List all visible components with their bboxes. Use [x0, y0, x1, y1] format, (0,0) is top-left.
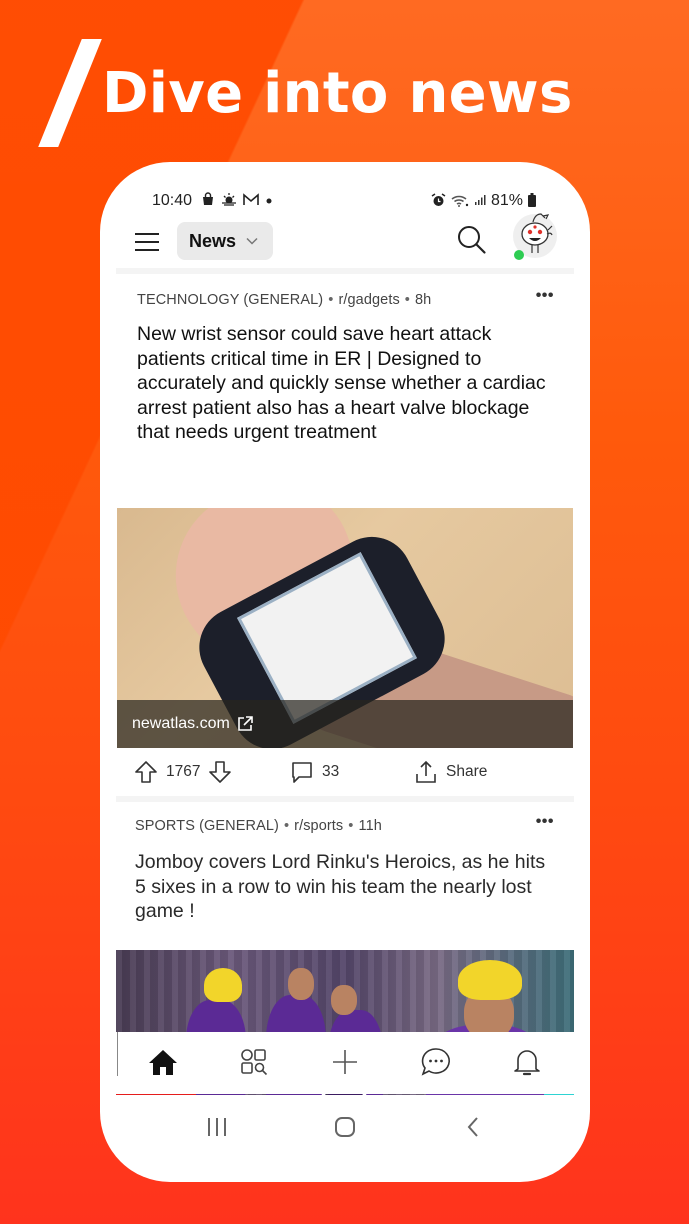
external-link-icon — [236, 715, 254, 733]
post-action-bar: 1767 33 Share — [116, 748, 574, 796]
scroll-edge-indicator — [117, 1032, 118, 1076]
post-category[interactable]: TECHNOLOGY (GENERAL) — [137, 292, 323, 308]
vote-group: 1767 — [134, 760, 232, 784]
recent-apps-icon[interactable] — [202, 1112, 232, 1142]
communities-icon — [240, 1048, 268, 1081]
status-time: 10:40 — [152, 192, 193, 209]
downvote-icon[interactable] — [208, 760, 232, 784]
link-domain: newatlas.com — [132, 715, 230, 732]
bell-icon — [513, 1047, 541, 1082]
plus-icon — [332, 1049, 358, 1080]
post-title[interactable]: New wrist sensor could save heart attack… — [116, 310, 574, 508]
post-age: 11h — [358, 818, 382, 834]
nav-home[interactable] — [143, 1044, 183, 1084]
shopping-bag-icon — [201, 192, 215, 208]
share-button[interactable]: Share — [414, 760, 487, 784]
post-age: 8h — [414, 292, 432, 308]
battery-icon — [528, 193, 536, 209]
top-app-bar: News — [100, 213, 590, 264]
meta-separator: • — [404, 292, 410, 308]
system-navigation-bar — [100, 1102, 590, 1152]
feed-selector-label: News — [189, 230, 237, 251]
nav-create[interactable] — [325, 1044, 365, 1084]
thumbnail-helmet-shape — [204, 968, 242, 1002]
slash-logo-icon — [38, 39, 102, 147]
thumbnail-helmet-shape — [458, 960, 522, 1000]
news-feed: TECHNOLOGY (GENERAL) • r/gadgets • 8h ••… — [116, 268, 574, 1095]
notification-dot-icon — [265, 194, 273, 207]
thumbnail-face-shape — [288, 968, 314, 1000]
external-link-bar[interactable]: newatlas.com — [117, 700, 573, 748]
hamburger-menu-icon[interactable] — [135, 232, 159, 252]
comments-button[interactable]: 33 — [290, 760, 339, 784]
promo-headline-text: Dive into news — [102, 60, 573, 126]
back-icon[interactable] — [458, 1112, 488, 1142]
meta-separator: • — [328, 292, 334, 308]
nav-communities[interactable] — [234, 1044, 274, 1084]
post-meta: TECHNOLOGY (GENERAL) • r/gadgets • 8h — [116, 274, 574, 310]
signal-icon — [474, 194, 486, 208]
post-card[interactable]: TECHNOLOGY (GENERAL) • r/gadgets • 8h ••… — [116, 274, 574, 796]
nav-inbox[interactable] — [507, 1044, 547, 1084]
phone-frame: 10:40 81% News TECHNOLOGY (GENERAL) • r/… — [100, 162, 590, 1182]
post-link-thumbnail[interactable]: newatlas.com — [117, 508, 573, 748]
post-category[interactable]: SPORTS (GENERAL) — [135, 818, 279, 834]
home-circle-icon[interactable] — [330, 1112, 360, 1142]
meta-separator: • — [348, 818, 354, 834]
wifi-icon — [451, 194, 469, 209]
gmail-icon — [243, 192, 259, 208]
post-title[interactable]: Jomboy covers Lord Rinku's Heroics, as h… — [116, 836, 574, 950]
thumbnail-face-shape — [331, 985, 357, 1015]
meta-separator: • — [283, 818, 290, 834]
share-label: Share — [446, 763, 488, 780]
chevron-down-icon — [246, 236, 258, 248]
post-subreddit[interactable]: r/gadgets — [338, 292, 399, 308]
vote-count: 1767 — [166, 763, 201, 780]
share-icon — [414, 760, 438, 784]
feed-selector-dropdown[interactable]: News — [177, 222, 273, 260]
home-icon — [148, 1048, 178, 1081]
chat-icon — [420, 1047, 452, 1082]
weather-icon — [221, 192, 237, 208]
comment-count: 33 — [322, 763, 340, 780]
post-overflow-menu-icon[interactable]: ••• — [536, 287, 554, 305]
online-status-dot — [514, 250, 524, 260]
bottom-navigation — [100, 1032, 590, 1094]
post-subreddit[interactable]: r/sports — [294, 818, 343, 834]
post-meta: SPORTS (GENERAL) • r/sports • 11h — [116, 802, 574, 836]
comment-icon — [290, 760, 314, 784]
promo-headline: Dive into news — [36, 38, 573, 148]
search-icon[interactable] — [456, 224, 488, 256]
nav-chat[interactable] — [416, 1044, 456, 1084]
alarm-icon — [431, 193, 446, 209]
post-overflow-menu-icon[interactable]: ••• — [536, 813, 554, 831]
upvote-icon[interactable] — [134, 760, 158, 784]
